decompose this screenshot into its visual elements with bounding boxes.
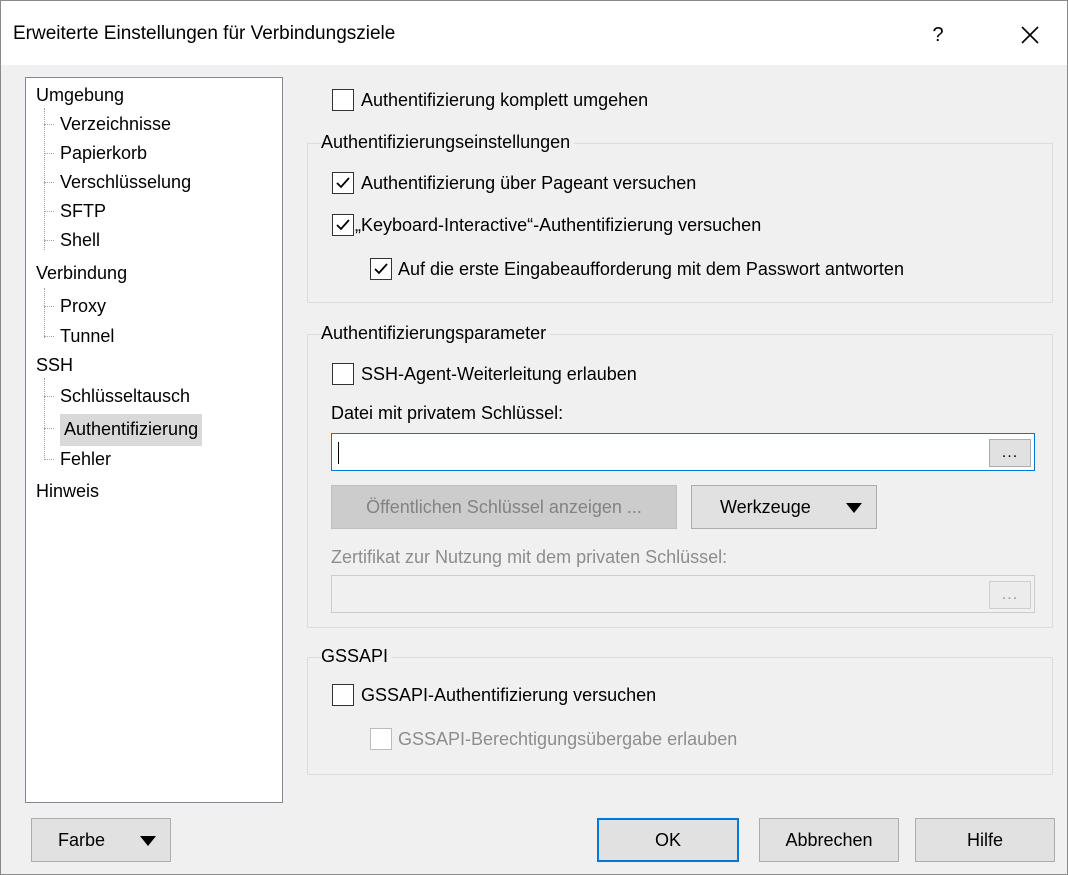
gssapi-delegation-label[interactable]: GSSAPI-Berechtigungsübergabe erlauben [398,729,737,750]
private-key-browse-button[interactable]: ... [989,439,1031,467]
certificate-browse-button[interactable]: ... [989,581,1031,609]
gssapi-group [307,657,1053,775]
text-caret [338,442,339,464]
color-dropdown-button[interactable]: Farbe [31,818,171,862]
auth-params-title: Authentifizierungsparameter [321,323,551,344]
cancel-button[interactable]: Abbrechen [759,818,899,862]
color-label: Farbe [58,829,106,850]
gssapi-auth-label[interactable]: GSSAPI-Authentifizierung versuchen [361,685,656,706]
checkmark-icon [374,263,388,275]
window-title: Erweiterte Einstellungen für Verbindungs… [13,23,396,44]
respond-password-checkbox[interactable] [370,258,392,280]
close-icon [1021,26,1039,44]
tree-item-proxy[interactable]: Proxy [56,293,110,321]
tree-item-verbindung[interactable]: Verbindung [32,260,131,288]
certificate-label: Zertifikat zur Nutzung mit dem privaten … [331,547,728,567]
tools-dropdown-button[interactable]: Werkzeuge [691,485,877,529]
close-button[interactable] [1005,15,1055,55]
certificate-input[interactable] [331,575,1035,613]
checkmark-icon [336,177,350,189]
pageant-label[interactable]: Authentifizierung über Pageant versuchen [361,173,696,194]
settings-tree: Umgebung Verzeichnisse Papierkorb Versch… [25,77,283,803]
respond-password-label[interactable]: Auf die erste Eingabeaufforderung mit de… [398,259,904,280]
keyboard-interactive-label[interactable]: „Keyboard-Interactive“-Authentifizierung… [355,215,761,236]
tree-item-fehler[interactable]: Fehler [56,446,115,474]
tree-item-umgebung[interactable]: Umgebung [32,82,128,110]
private-key-label: Datei mit privatem Schlüssel: [331,403,564,423]
ok-button[interactable]: OK [597,818,739,862]
tree-item-ssh[interactable]: SSH [32,352,77,380]
gssapi-auth-checkbox[interactable] [332,684,354,706]
bypass-auth-label[interactable]: Authentifizierung komplett umgehen [361,90,648,111]
tree-item-verzeichnisse[interactable]: Verzeichnisse [56,111,175,139]
tree-item-shell[interactable]: Shell [56,227,104,255]
tree-item-verschluesselung[interactable]: Verschlüsselung [56,169,195,197]
chevron-down-icon [140,836,156,846]
dialog-window: Erweiterte Einstellungen für Verbindungs… [0,0,1068,875]
tree-item-hinweis[interactable]: Hinweis [32,478,103,506]
agent-forwarding-checkbox[interactable] [332,363,354,385]
chevron-down-icon [846,503,862,513]
help-button[interactable]: Hilfe [915,818,1055,862]
keyboard-interactive-checkbox[interactable] [332,214,354,236]
show-public-key-button[interactable]: Öffentlichen Schlüssel anzeigen ... [331,485,677,529]
tree-item-papierkorb[interactable]: Papierkorb [56,140,151,168]
tree-item-schluesseltausch[interactable]: Schlüsseltausch [56,383,194,411]
checkmark-icon [336,219,350,231]
tools-label: Werkzeuge [720,496,811,517]
bypass-auth-checkbox[interactable] [332,89,354,111]
tree-item-tunnel[interactable]: Tunnel [56,323,118,351]
gssapi-delegation-checkbox[interactable] [370,728,392,750]
private-key-input[interactable] [331,433,1035,471]
gssapi-title: GSSAPI [321,646,393,667]
agent-forwarding-label[interactable]: SSH-Agent-Weiterleitung erlauben [361,364,637,385]
auth-settings-title: Authentifizierungseinstellungen [321,132,575,153]
tree-item-authentifizierung[interactable]: Authentifizierung [60,414,203,446]
tree-item-sftp[interactable]: SFTP [56,198,110,226]
pageant-checkbox[interactable] [332,172,354,194]
help-title-button[interactable]: ? [915,15,961,55]
title-bar: Erweiterte Einstellungen für Verbindungs… [1,1,1067,65]
